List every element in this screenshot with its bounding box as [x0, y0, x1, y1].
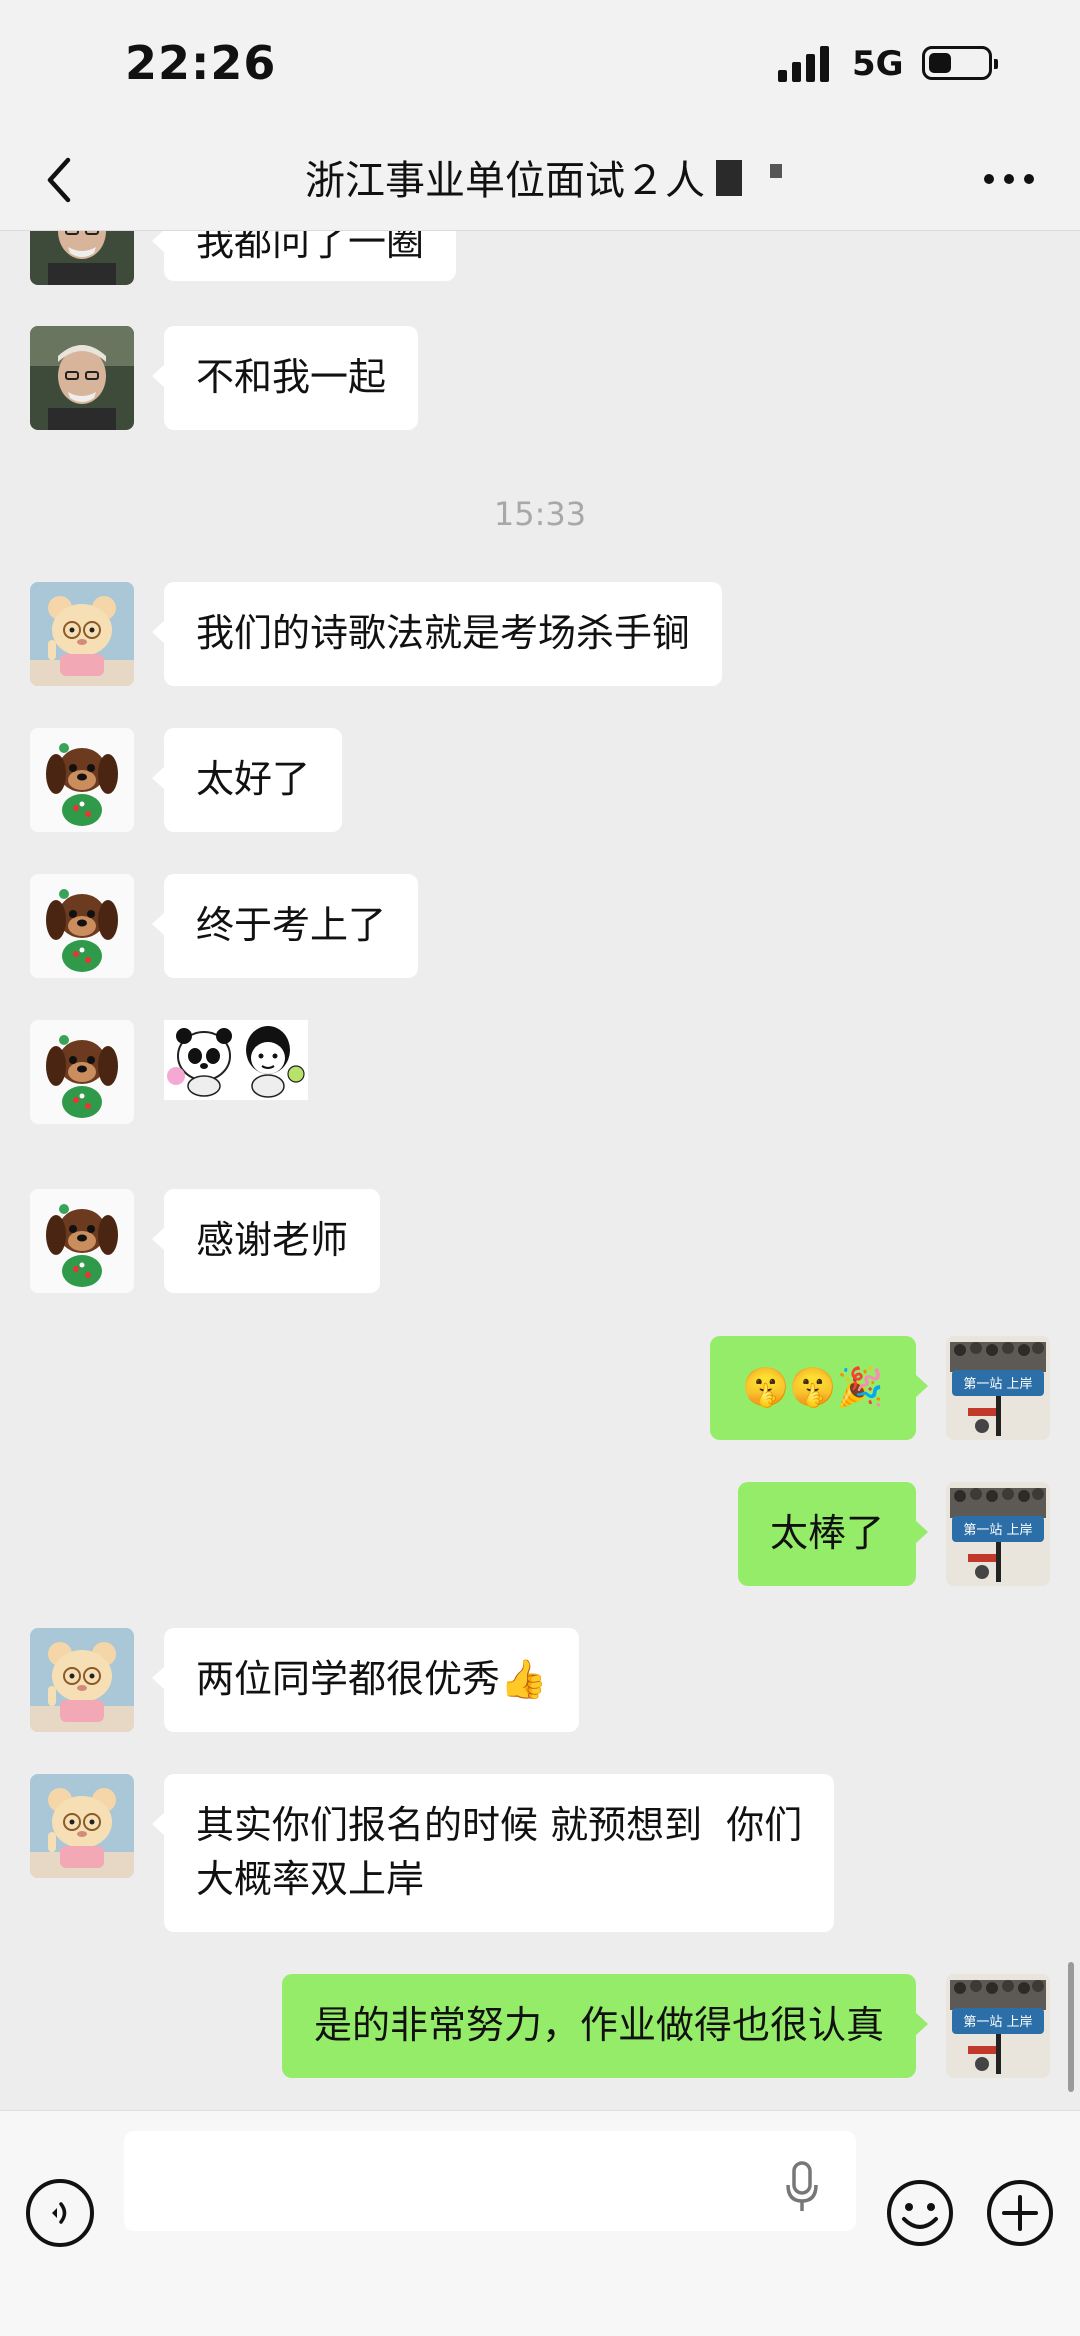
message-text: 太棒了 [769, 1511, 884, 1555]
avatar[interactable] [30, 231, 134, 285]
avatar[interactable] [30, 326, 134, 430]
message-text: 是的非常努力，作业做得也很认真 [313, 2003, 884, 2047]
message-bubble[interactable]: 太好了 [151, 728, 343, 832]
redaction-mosaic [770, 164, 782, 178]
input-bar [0, 2110, 1080, 2336]
avatar[interactable] [946, 1336, 1050, 1440]
message-input[interactable] [124, 2131, 856, 2231]
message-text-line: 其实你们报名的时候 就预想到 你们 [196, 1803, 803, 1847]
mic-icon[interactable] [778, 2159, 826, 2215]
network-type: 5G [852, 44, 904, 84]
message-bubble[interactable]: 我们的诗歌法就是考场杀手锏 [151, 582, 723, 686]
avatar[interactable] [30, 1628, 134, 1732]
avatar[interactable] [30, 582, 134, 686]
avatar[interactable] [30, 1189, 134, 1293]
message-text: 太好了 [196, 757, 311, 801]
scrollbar[interactable] [1068, 1962, 1074, 2092]
message-bubble[interactable]: 我都问了一圈 [151, 231, 457, 281]
emoji-icon[interactable] [884, 2177, 956, 2249]
avatar[interactable] [30, 1774, 134, 1878]
message-text: 两位同学都很优秀👍 [196, 1657, 548, 1701]
nav-bar: 浙江事业单位面试２人 [0, 130, 1080, 231]
message-list[interactable]: 我都问了一圈 不和我一起 15:33 我们的诗歌法就是考场杀手锏 太好了 终于考… [0, 231, 1080, 2109]
avatar[interactable] [946, 1482, 1050, 1586]
more-dots-icon[interactable] [984, 172, 1034, 186]
status-bar: 22:26 5G [0, 0, 1080, 130]
avatar[interactable] [30, 874, 134, 978]
message-timestamp: 15:33 [493, 495, 587, 533]
message-bubble[interactable]: 是的非常努力，作业做得也很认真 [281, 1974, 929, 2078]
message-text: 我们的诗歌法就是考场杀手锏 [196, 611, 691, 655]
panda-sticker-image[interactable] [164, 1020, 308, 1100]
message-text: 终于考上了 [196, 903, 387, 947]
message-bubble[interactable]: 两位同学都很优秀👍 [151, 1628, 580, 1732]
avatar[interactable] [30, 1020, 134, 1124]
message-text-line: 大概率双上岸 [196, 1857, 425, 1901]
avatar[interactable] [30, 728, 134, 832]
message-text: 不和我一起 [196, 355, 387, 399]
plus-icon[interactable] [984, 2177, 1056, 2249]
status-time: 22:26 [125, 36, 277, 90]
avatar[interactable] [946, 1974, 1050, 2078]
message-bubble[interactable]: 其实你们报名的时候 就预想到 你们 大概率双上岸 [151, 1774, 835, 1932]
chat-screen: 22:26 5G 浙江事业单位面试２人 我都问了一圈 不和我一起 15:33 我… [0, 0, 1080, 2336]
message-text: 我都问了一圈 [196, 231, 425, 264]
message-bubble[interactable]: 太棒了 [737, 1482, 929, 1586]
signal-icon [778, 46, 834, 82]
message-text: 🤫🤫🎉 [742, 1365, 884, 1409]
voice-icon[interactable] [26, 2179, 94, 2247]
message-bubble[interactable]: 不和我一起 [151, 326, 419, 430]
chat-title: 浙江事业单位面试２人 [305, 158, 705, 204]
message-bubble[interactable]: 终于考上了 [151, 874, 419, 978]
message-text: 感谢老师 [196, 1218, 349, 1262]
redaction-mosaic [716, 160, 742, 196]
battery-icon [922, 46, 998, 80]
message-bubble[interactable]: 🤫🤫🎉 [710, 1336, 928, 1440]
page-title: 浙江事业单位面试２人 [0, 148, 1080, 206]
message-bubble[interactable]: 感谢老师 [151, 1189, 381, 1293]
